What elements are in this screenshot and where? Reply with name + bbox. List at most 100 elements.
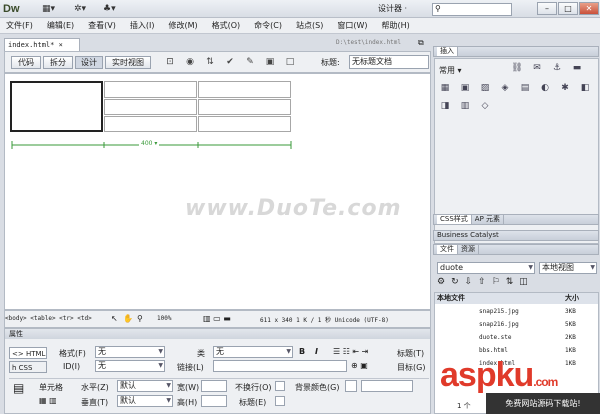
close-button[interactable]: ✕ — [579, 2, 599, 15]
tag-chooser-icon[interactable]: ◇ — [479, 101, 491, 112]
head-icon[interactable]: ◧ — [579, 83, 591, 94]
table-width-label[interactable]: 400 ▾ — [139, 140, 160, 147]
bgcolor-swatch[interactable] — [345, 380, 357, 392]
css-tab[interactable]: h CSS — [9, 361, 47, 373]
window-size-icon[interactable]: ▥ ▭ ▬ — [203, 314, 231, 323]
design-canvas[interactable]: 400 ▾ www.DuoTe.com — [4, 73, 431, 310]
list-item[interactable]: duote.ste 2KB — [435, 332, 598, 343]
table-cell[interactable] — [198, 81, 291, 98]
div-icon[interactable]: ▣ — [459, 83, 471, 94]
header-checkbox[interactable] — [275, 396, 285, 406]
menu-format[interactable]: 格式(O) — [212, 20, 241, 31]
valign-label: 垂直(T) — [81, 398, 109, 407]
chevron-down-icon: ▼ — [166, 382, 171, 389]
check-browser-icon[interactable]: ✔ — [223, 56, 237, 69]
id-select[interactable]: 无 ▼ — [95, 360, 165, 372]
table-cell[interactable] — [198, 99, 291, 115]
valign-select[interactable]: 默认 ▼ — [117, 395, 173, 407]
html-tab[interactable]: <> HTML — [9, 347, 47, 359]
table-cell[interactable] — [104, 99, 197, 115]
menu-window[interactable]: 窗口(W) — [337, 20, 367, 31]
list-item[interactable]: snap215.jpg 3KB — [435, 306, 598, 317]
menu-modify[interactable]: 修改(M) — [168, 20, 197, 31]
minimize-button[interactable]: – — [537, 2, 557, 15]
insert-category-select[interactable]: 常用 ▾ — [439, 65, 462, 76]
restore-icon[interactable]: ⧉ — [418, 38, 424, 48]
design-view-button[interactable]: 设计 — [75, 56, 103, 69]
point-file-icon[interactable]: ⊕ ▣ — [351, 361, 368, 370]
maximize-button[interactable]: □ — [558, 2, 578, 15]
hyperlink-icon[interactable]: ⛓ — [511, 63, 523, 74]
comment-icon[interactable]: ✱ — [559, 83, 571, 94]
inspect-icon[interactable]: ⊡ — [163, 56, 177, 69]
site-select[interactable]: duote ▼ — [437, 262, 535, 274]
menu-insert[interactable]: 插入(I) — [130, 20, 155, 31]
table-cell[interactable] — [198, 116, 291, 132]
title-input[interactable]: 无标题文档 — [349, 55, 429, 69]
zoom-select[interactable]: 100% — [157, 315, 171, 322]
tab-ap-elements[interactable]: AP 元素 — [472, 215, 505, 224]
files-toolbar-icons[interactable]: ⚙↻⇩⇧⚐⇅◫ — [437, 277, 534, 287]
visual-aids-icon[interactable]: ▣ — [263, 56, 277, 69]
script-icon[interactable]: ◨ — [439, 101, 451, 112]
tab-assets[interactable]: 资源 — [458, 245, 479, 254]
menu-edit[interactable]: 编辑(E) — [47, 20, 74, 31]
menu-site[interactable]: 站点(S) — [296, 20, 323, 31]
zoom-icon[interactable]: ⚲ — [137, 314, 143, 323]
list-item[interactable]: snap216.jpg 5KB — [435, 319, 598, 330]
server-include-icon[interactable]: ◐ — [539, 83, 551, 94]
tab-css-styles[interactable]: CSS样式 — [437, 215, 472, 224]
height-input[interactable] — [201, 395, 227, 407]
code-view-button[interactable]: 代码 — [11, 56, 41, 69]
layout-icon[interactable]: ▦▾ — [42, 3, 55, 15]
gear-icon[interactable]: ✲▾ — [74, 3, 86, 15]
bgcolor-label: 背景颜色(G) — [295, 383, 340, 392]
halign-select[interactable]: 默认 ▼ — [117, 380, 173, 392]
class-select[interactable]: 无 ▼ — [213, 346, 293, 358]
file-management-icon[interactable]: ⇅ — [203, 56, 217, 69]
workspace-switcher[interactable]: 设计器 · — [378, 3, 407, 15]
nowrap-checkbox[interactable] — [275, 381, 285, 391]
italic-button[interactable]: I — [315, 347, 318, 356]
selected-table-cell[interactable] — [10, 81, 103, 132]
col-name[interactable]: 本地文件 — [435, 294, 465, 302]
width-input[interactable] — [201, 380, 227, 392]
insert-panel-header[interactable]: 插入 — [433, 46, 599, 57]
site-icon[interactable]: ♣▾ — [103, 3, 116, 15]
format-select[interactable]: 无 ▼ — [95, 346, 165, 358]
table-cell[interactable] — [104, 81, 197, 98]
validate-icon[interactable]: ✎ — [243, 56, 257, 69]
email-icon[interactable]: ✉ — [531, 63, 543, 74]
table-icon[interactable]: ▦ — [439, 83, 451, 94]
bold-button[interactable]: B — [299, 347, 305, 356]
anchor-icon[interactable]: ⚓ — [551, 63, 563, 74]
live-view-button[interactable]: 实时视图 — [105, 56, 151, 69]
template-icon[interactable]: ▥ — [459, 101, 471, 112]
business-catalyst-header[interactable]: Business Catalyst — [433, 230, 599, 241]
tab-files[interactable]: 文件 — [437, 245, 458, 254]
menu-view[interactable]: 查看(V) — [88, 20, 116, 31]
split-view-button[interactable]: 拆分 — [43, 56, 73, 69]
search-input[interactable]: ⚲ — [432, 3, 512, 16]
tag-selector[interactable]: <body> <table> <tr> <td> — [5, 315, 92, 322]
document-tab[interactable]: index.html* × — [4, 38, 80, 51]
date-icon[interactable]: ▤ — [519, 83, 531, 94]
browser-preview-icon[interactable]: ◉ — [183, 56, 197, 69]
view-select[interactable]: 本地视图 ▼ — [539, 262, 597, 274]
refresh-icon[interactable]: □ — [283, 56, 297, 69]
bgcolor-input[interactable] — [361, 380, 413, 392]
menu-commands[interactable]: 命令(C) — [254, 20, 282, 31]
hand-icon[interactable]: ✋ — [123, 314, 133, 323]
menu-help[interactable]: 帮助(H) — [381, 20, 409, 31]
hr-icon[interactable]: ▬ — [571, 63, 583, 74]
col-size[interactable]: 大小 — [565, 293, 579, 304]
media-icon[interactable]: ◈ — [499, 83, 511, 94]
list-item[interactable]: bbs.html 1KB — [435, 345, 598, 356]
image-icon[interactable]: ▨ — [479, 83, 491, 94]
merge-split-icons[interactable]: ▦ ▥ — [39, 396, 57, 405]
list-icons[interactable]: ☰ ☷ ⇤ ⇥ — [333, 347, 368, 356]
menu-file[interactable]: 文件(F) — [6, 20, 33, 31]
link-input[interactable] — [213, 360, 347, 372]
table-cell[interactable] — [104, 116, 197, 132]
pointer-icon[interactable]: ↖ — [111, 314, 118, 323]
